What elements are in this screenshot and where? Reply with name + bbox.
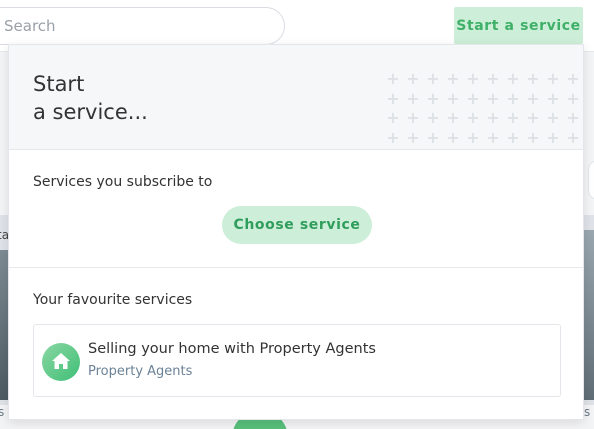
plus-glyph: + [486, 88, 500, 108]
search-input[interactable] [0, 7, 285, 45]
plus-glyph: + [486, 108, 500, 127]
plus-glyph: + [406, 108, 420, 127]
favourite-services-section: Your favourite services Selling your hom… [9, 269, 583, 419]
plus-glyph: + [506, 88, 520, 108]
plus-glyph: + [446, 127, 460, 147]
section-label: Services you subscribe to [33, 174, 213, 190]
decorative-plus-pattern: + + + + + + + + + + + + + + + + + + + + + + + + + + + + + + + + + + + + + + + + [383, 69, 583, 147]
plus-glyph: + [466, 127, 480, 147]
plus-glyph: + [466, 88, 480, 108]
plus-glyph: + [386, 69, 400, 88]
plus-glyph: + [426, 108, 440, 127]
plus-glyph: + [506, 69, 520, 88]
dropdown-title-line: Start [33, 72, 85, 96]
plus-glyph: + [426, 88, 440, 108]
plus-glyph: + [406, 69, 420, 88]
plus-glyph: + [546, 108, 560, 127]
plus-glyph: + [386, 88, 400, 108]
dropdown-header: Start a service... + + + + + + + + + + + + + + + + + + + + +… [9, 45, 583, 150]
favourite-service-provider: Property Agents [88, 364, 193, 379]
plus-glyph: + [386, 108, 400, 127]
plus-glyph: + [506, 127, 520, 147]
plus-glyph: + [546, 127, 560, 147]
section-label: Your favourite services [33, 292, 193, 308]
start-a-service-button[interactable]: Start a service [454, 7, 583, 44]
plus-glyph: + [446, 108, 460, 127]
background-text-fragment: s [0, 405, 5, 419]
plus-glyph: + [566, 108, 580, 127]
plus-glyph: + [566, 127, 580, 147]
plus-glyph: + [466, 108, 480, 127]
background-card-left [0, 215, 8, 405]
favourite-service-card[interactable]: Selling your home with Property Agents P… [33, 324, 561, 397]
plus-glyph: + [426, 127, 440, 147]
plus-glyph: + [526, 108, 540, 127]
favourite-service-title: Selling your home with Property Agents [88, 341, 376, 357]
plus-glyph: + [526, 127, 540, 147]
plus-glyph: + [386, 127, 400, 147]
plus-glyph: + [526, 69, 540, 88]
plus-glyph: + [486, 127, 500, 147]
dropdown-title: Start a service... [33, 70, 233, 126]
plus-glyph: + [566, 88, 580, 108]
dropdown-title-line: a service... [33, 100, 148, 124]
plus-glyph: + [486, 69, 500, 88]
plus-glyph: + [546, 69, 560, 88]
background-card-image-right [584, 230, 594, 400]
plus-glyph: + [566, 69, 580, 88]
plus-glyph: + [406, 127, 420, 147]
house-icon [42, 343, 80, 381]
plus-glyph: + [406, 88, 420, 108]
subscribed-services-section: Services you subscribe to Choose service [9, 151, 583, 268]
plus-glyph: + [446, 69, 460, 88]
plus-glyph: + [426, 69, 440, 88]
plus-glyph: + [446, 88, 460, 108]
background-carousel-arrow[interactable] [588, 160, 594, 200]
background-text-fragment: s [584, 405, 591, 419]
plus-glyph: + [466, 69, 480, 88]
background-card-right [584, 215, 594, 405]
plus-glyph: + [526, 88, 540, 108]
background-card-image-left [0, 250, 8, 400]
plus-glyph: + [546, 88, 560, 108]
start-service-dropdown: Start a service... + + + + + + + + + + + + + + + + + + + + +… [8, 44, 584, 420]
choose-service-button[interactable]: Choose service [222, 206, 372, 244]
plus-glyph: + [506, 108, 520, 127]
